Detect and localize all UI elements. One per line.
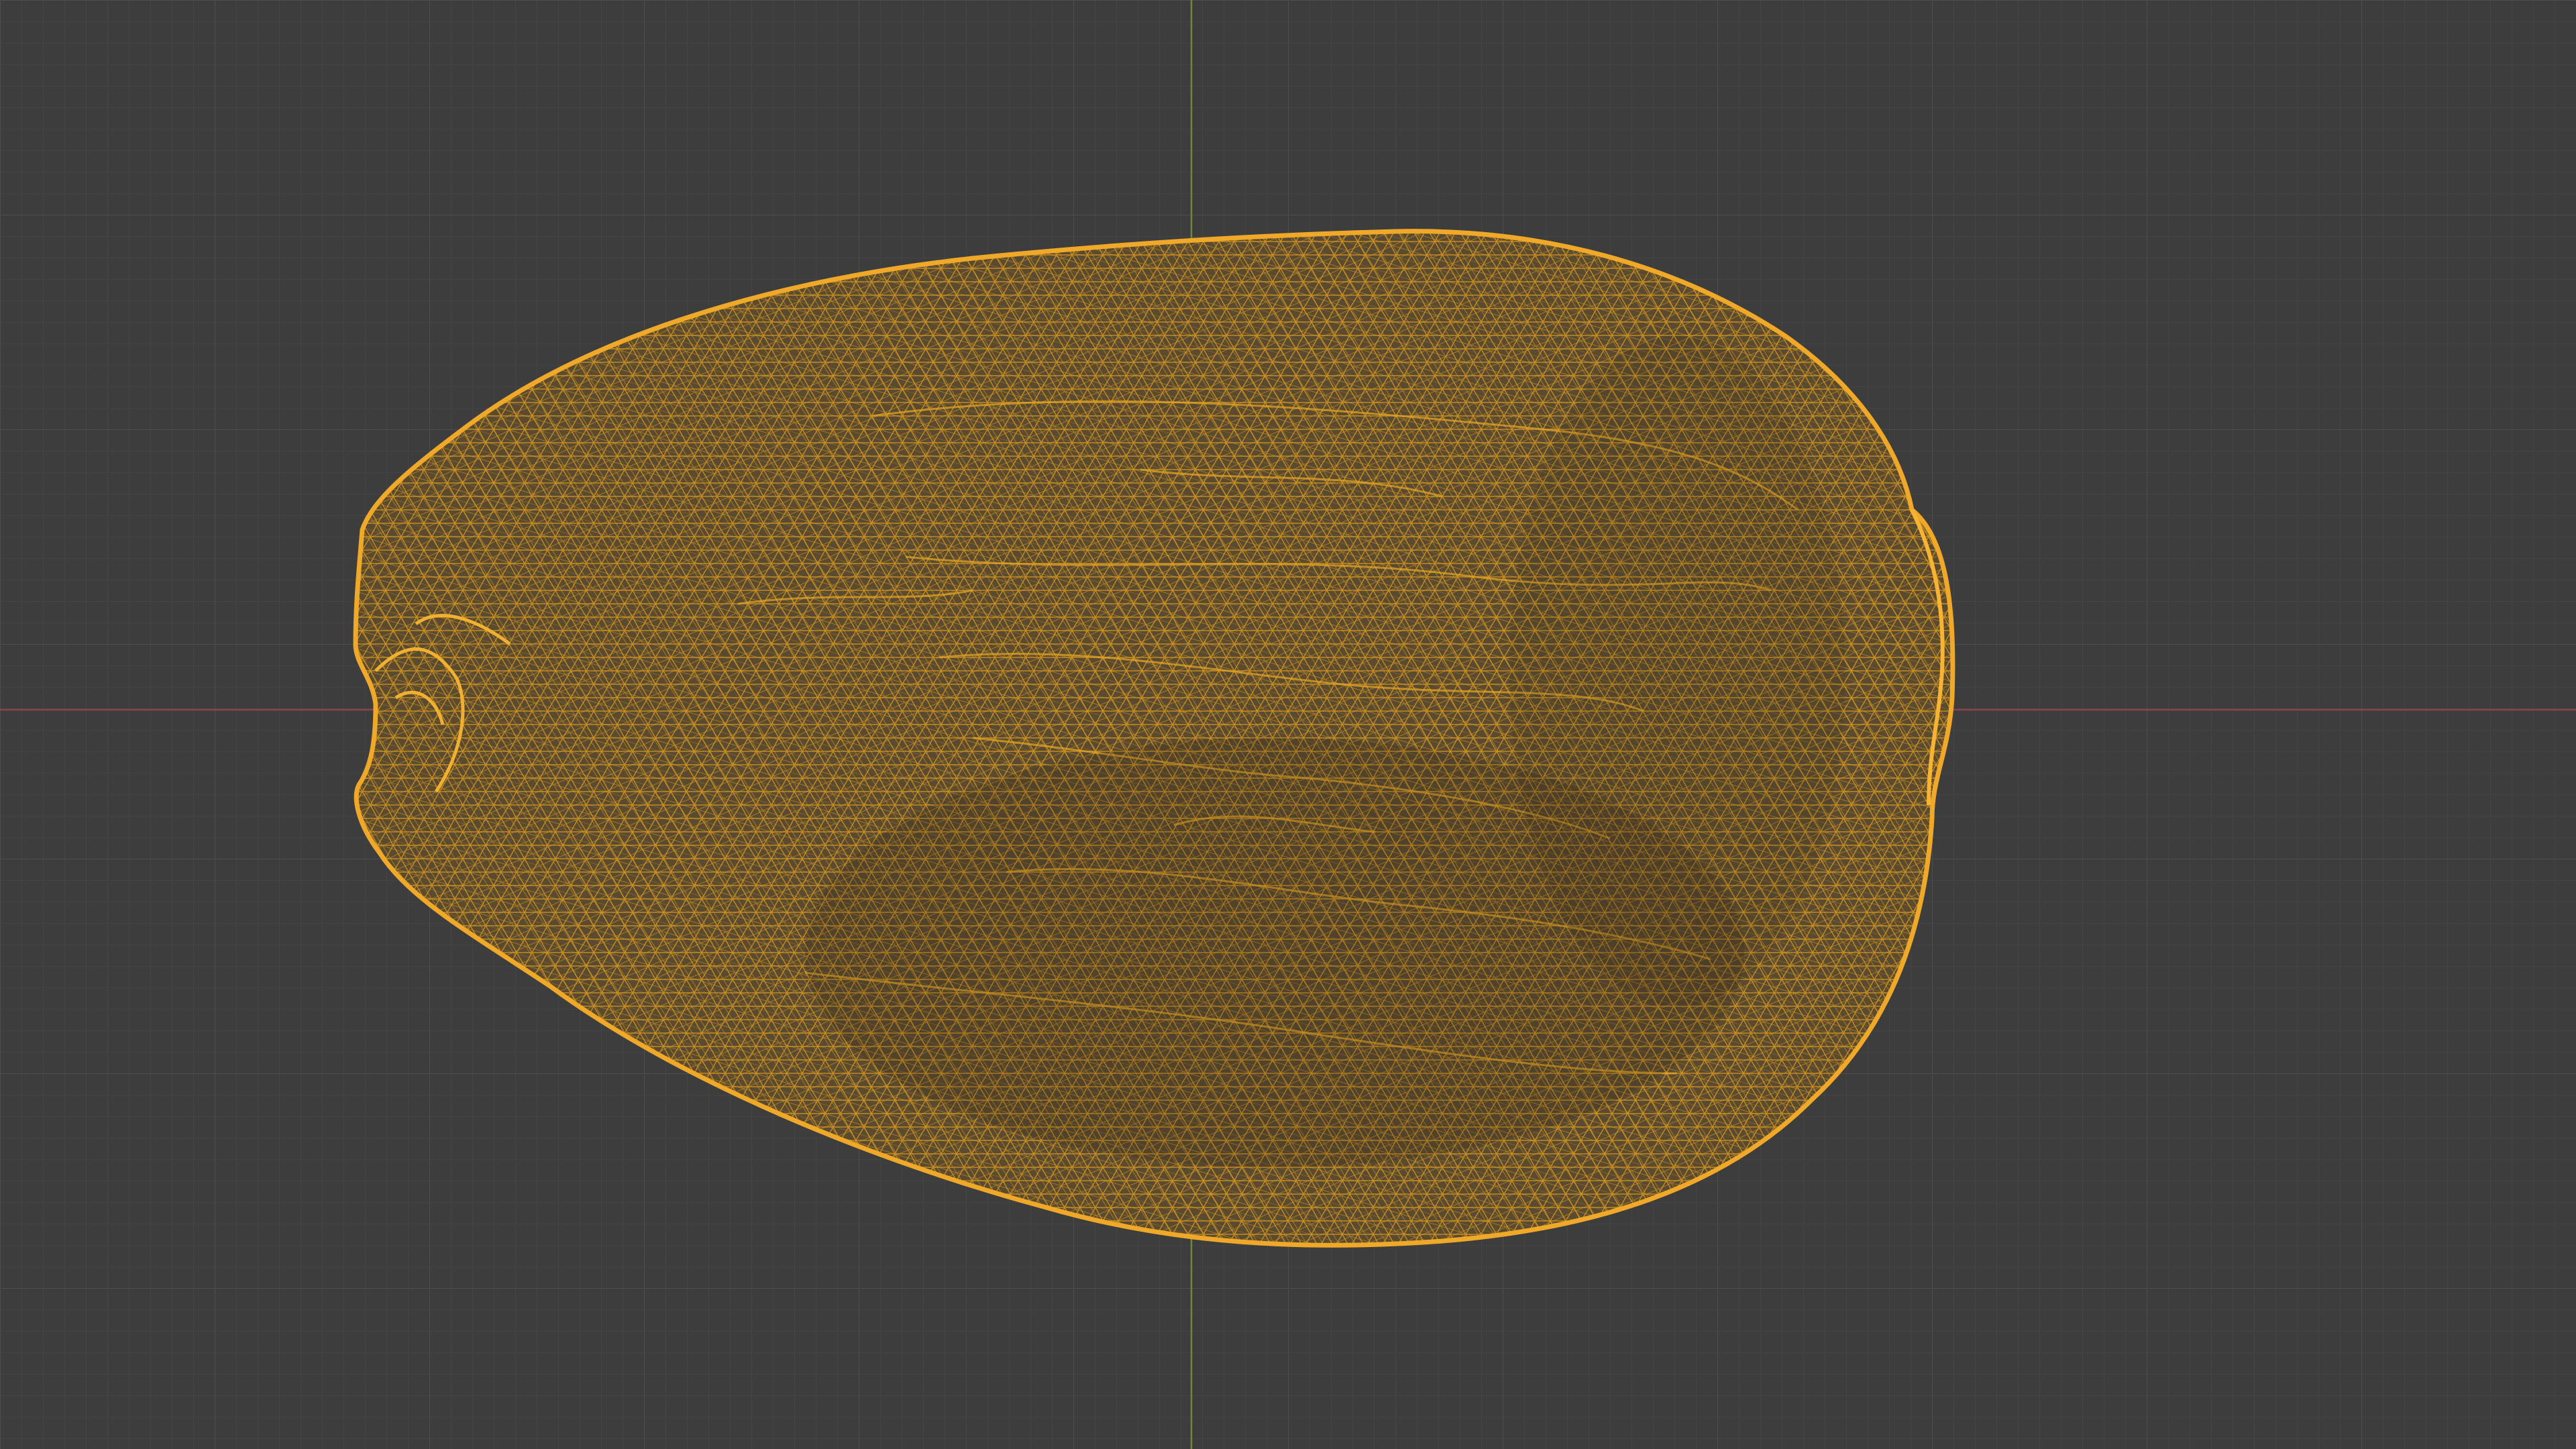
- viewport-canvas[interactable]: [0, 0, 2576, 1449]
- 3d-viewport[interactable]: [0, 0, 2576, 1449]
- shade-right: [1509, 335, 1845, 1006]
